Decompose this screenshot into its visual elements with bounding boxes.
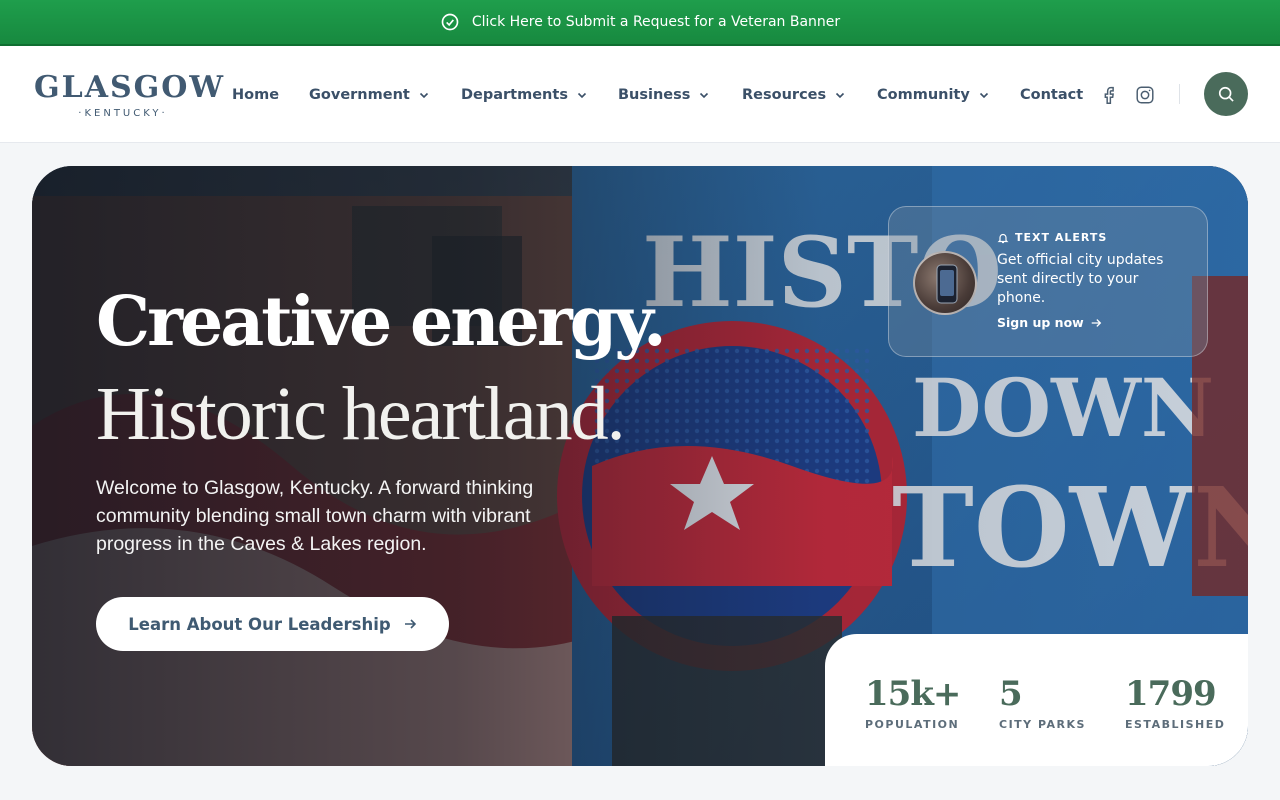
text-alerts-card[interactable]: TEXT ALERTS Get official city updates se… bbox=[888, 206, 1208, 357]
hero-headline-primary: Creative energy. bbox=[96, 282, 667, 362]
sign-up-label: Sign up now bbox=[997, 315, 1084, 330]
stat-value: 15k+ bbox=[865, 674, 961, 714]
nav-resources[interactable]: Resources bbox=[742, 84, 846, 106]
nav-departments[interactable]: Departments bbox=[461, 84, 588, 106]
stat-value: 1799 bbox=[1125, 674, 1217, 714]
hero-headline-secondary: Historic heartland. bbox=[96, 372, 626, 456]
search-button[interactable] bbox=[1204, 72, 1248, 116]
chevron-down-icon bbox=[979, 92, 988, 99]
cta-label: Learn About Our Leadership bbox=[128, 614, 391, 634]
phone-image bbox=[936, 264, 958, 304]
stat-label: POPULATION bbox=[865, 718, 960, 731]
nav-business-label: Business bbox=[618, 87, 691, 103]
arrow-right-icon bbox=[404, 619, 416, 629]
nav-home-label: Home bbox=[232, 87, 280, 103]
stat-value: 5 bbox=[999, 674, 1023, 714]
stat-label: ESTABLISHED bbox=[1125, 718, 1226, 731]
logo-state: ·KENTUCKY· bbox=[78, 108, 168, 119]
nav-community-label: Community bbox=[877, 87, 970, 103]
learn-leadership-button[interactable]: Learn About Our Leadership bbox=[96, 597, 449, 651]
sign-up-link[interactable]: Sign up now bbox=[997, 315, 1102, 330]
search-icon bbox=[1218, 86, 1234, 102]
announcement-banner[interactable]: Click Here to Submit a Request for a Vet… bbox=[0, 0, 1280, 46]
header-divider bbox=[1179, 84, 1180, 104]
site-header: GLASGOW ·KENTUCKY· Home Government Depar… bbox=[0, 46, 1280, 143]
nav-contact-label: Contact bbox=[1020, 87, 1084, 103]
arrow-right-icon bbox=[1091, 318, 1101, 327]
nav-community[interactable]: Community bbox=[877, 84, 990, 106]
alert-title-text: TEXT ALERTS bbox=[1015, 231, 1108, 244]
nav-contact[interactable]: Contact bbox=[1020, 84, 1083, 106]
stats-panel: 15k+ POPULATION 5 CITY PARKS 1799 ESTABL… bbox=[825, 634, 1248, 766]
chevron-down-icon bbox=[419, 92, 428, 99]
chevron-down-icon bbox=[577, 92, 587, 99]
stat-city-parks: 5 CITY PARKS bbox=[999, 674, 1086, 731]
hero-section: HISTO DOWN TOWN Creative energy. Histori… bbox=[32, 166, 1248, 766]
hero-intro: Welcome to Glasgow, Kentucky. A forward … bbox=[96, 477, 534, 555]
announcement-text: Click Here to Submit a Request for a Vet… bbox=[471, 14, 841, 30]
instagram-icon[interactable] bbox=[1134, 84, 1156, 106]
stat-label: CITY PARKS bbox=[999, 718, 1086, 731]
chevron-down-icon bbox=[700, 92, 709, 99]
chevron-down-icon bbox=[836, 92, 845, 99]
nav-business[interactable]: Business bbox=[618, 84, 710, 106]
nav-government-label: Government bbox=[309, 87, 410, 103]
check-circle-icon bbox=[441, 13, 459, 31]
nav-home[interactable]: Home bbox=[232, 84, 279, 106]
stat-established: 1799 ESTABLISHED bbox=[1125, 674, 1225, 731]
alert-title: TEXT ALERTS bbox=[997, 231, 1107, 244]
nav-government[interactable]: Government bbox=[309, 84, 430, 106]
facebook-icon[interactable] bbox=[1098, 84, 1120, 106]
nav-resources-label: Resources bbox=[742, 87, 827, 103]
logo-name: GLASGOW bbox=[34, 70, 226, 105]
phone-thumbnail bbox=[913, 251, 977, 315]
nav-departments-label: Departments bbox=[461, 87, 568, 103]
glasgow-logo[interactable]: GLASGOW ·KENTUCKY· bbox=[34, 70, 226, 120]
bell-icon bbox=[997, 233, 1009, 243]
stat-population: 15k+ POPULATION bbox=[865, 674, 961, 731]
alert-description: Get official city updates sent directly … bbox=[997, 252, 1164, 306]
